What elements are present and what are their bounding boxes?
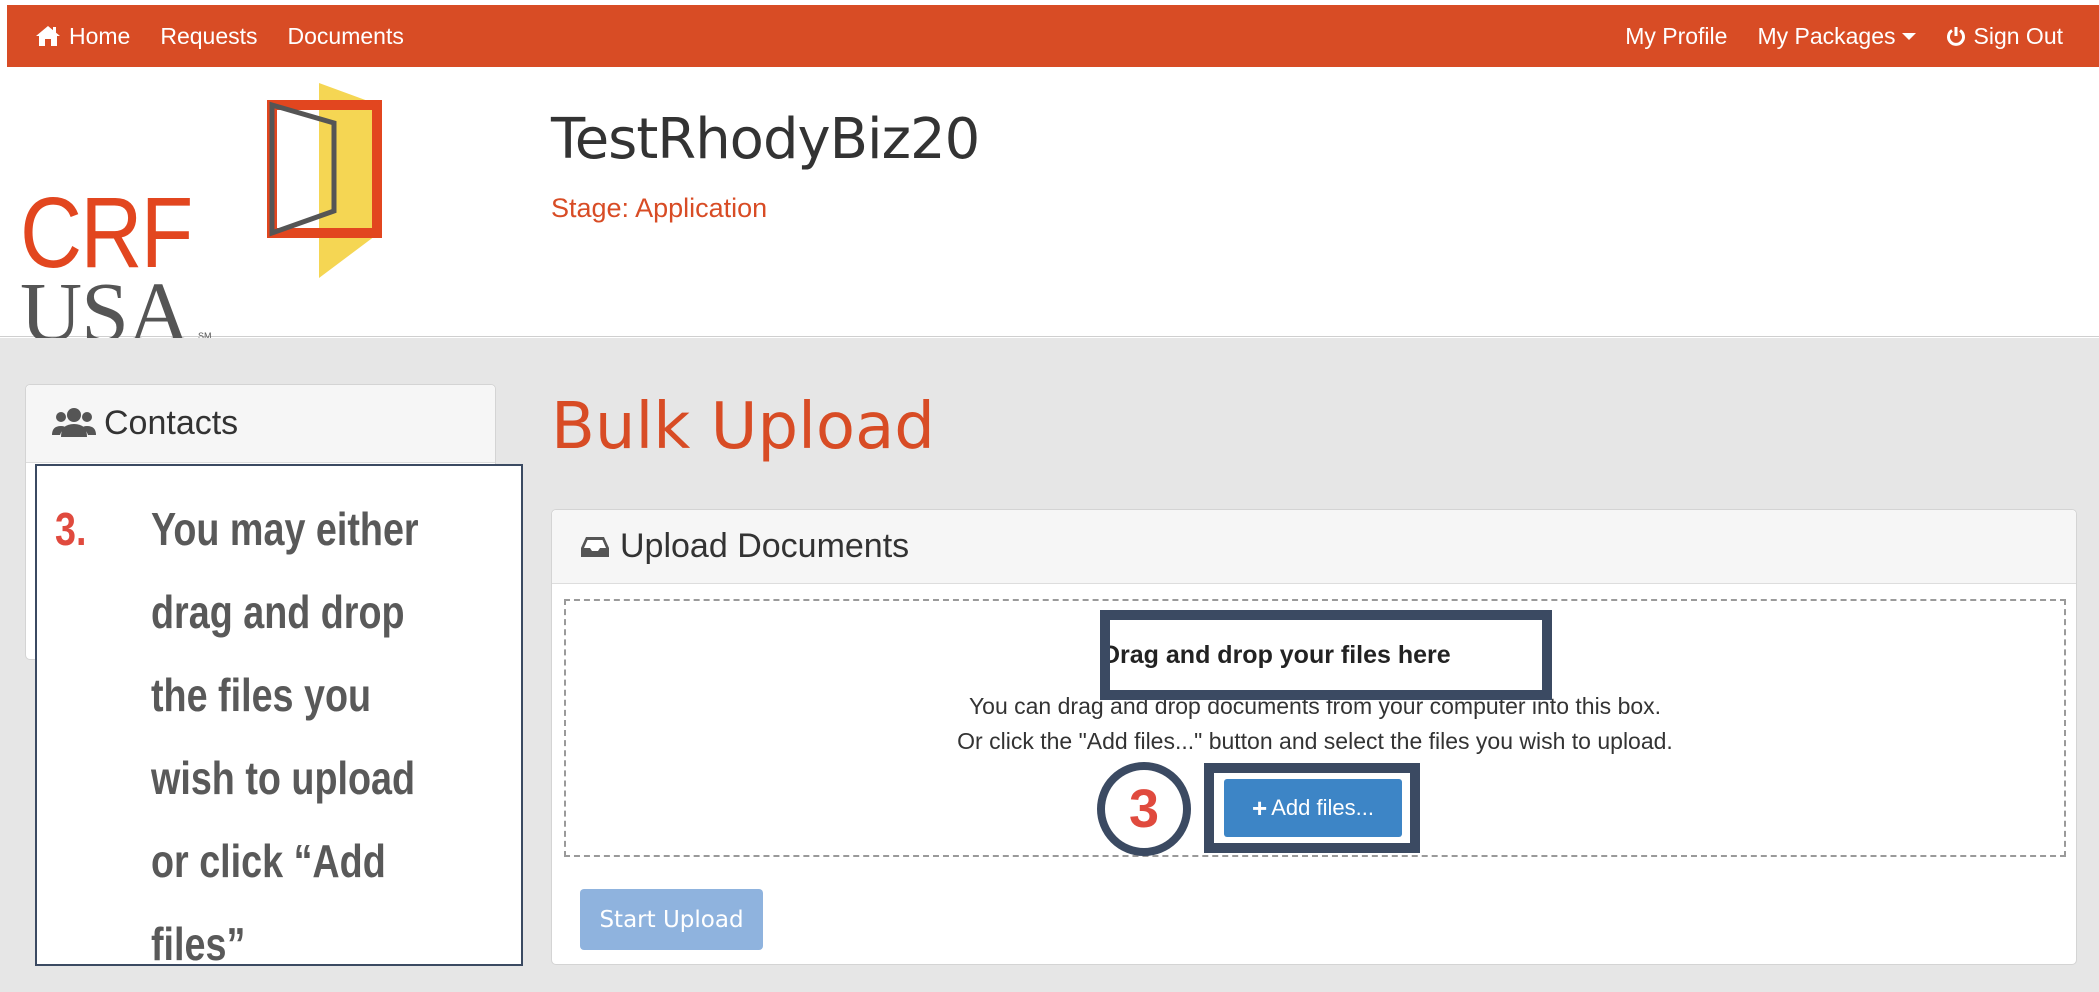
nav-sign-out-label: Sign Out (1973, 22, 2064, 49)
highlight-drop-title-box (1100, 610, 1552, 700)
contacts-title: Contacts (104, 404, 239, 442)
top-navbar: Home Requests Documents My Profile My Pa… (7, 5, 2099, 67)
nav-my-packages-label: My Packages (1757, 22, 1896, 49)
door-logo-icon (267, 83, 382, 278)
instruction-callout: 3. You may either drag and drop the file… (35, 464, 523, 970)
page-title: Bulk Upload (551, 390, 935, 464)
callout-text: You may either drag and drop the files y… (151, 503, 419, 970)
nav-sign-out-link[interactable]: Sign Out (1946, 22, 2064, 50)
main-content: Contacts 3. You may either drag and drop… (0, 338, 2099, 992)
callout-row: 3. You may either drag and drop the file… (55, 488, 509, 986)
contacts-panel-header[interactable]: Contacts (26, 385, 495, 463)
organization-name: TestRhodyBiz20 (551, 107, 980, 172)
nav-documents-link[interactable]: Documents (288, 23, 404, 50)
highlight-add-files-box (1204, 763, 1420, 853)
nav-my-profile-link[interactable]: My Profile (1625, 23, 1727, 50)
inbox-icon (581, 536, 609, 557)
dropzone-instruction-2: Or click the "Add files..." button and s… (957, 728, 1673, 754)
nav-requests-link[interactable]: Requests (160, 23, 257, 50)
nav-left: Home Requests Documents (35, 23, 434, 50)
nav-home-label: Home (69, 22, 131, 49)
upload-panel-header: Upload Documents (552, 510, 2076, 584)
nav-right: My Profile My Packages Sign Out (1595, 23, 2063, 50)
page-header: CRF USA SM TestRhodyBiz20 Stage: Applica… (0, 67, 2099, 355)
stage-label: Stage: Application (551, 193, 768, 223)
callout-step-number: 3. (55, 503, 87, 555)
upload-panel-title: Upload Documents (620, 527, 910, 565)
power-icon (1946, 27, 1965, 46)
users-icon (52, 407, 96, 437)
step-marker-circle: 3 (1097, 762, 1191, 856)
start-upload-button[interactable]: Start Upload (580, 889, 763, 950)
nav-home-link[interactable]: Home (35, 23, 130, 50)
crf-usa-logo: CRF USA SM (16, 83, 396, 355)
upload-documents-panel: Upload Documents Drag and drop your file… (551, 509, 2077, 965)
home-icon (36, 26, 60, 46)
nav-my-packages-dropdown[interactable]: My Packages (1757, 22, 1916, 50)
caret-down-icon (1901, 32, 1916, 40)
